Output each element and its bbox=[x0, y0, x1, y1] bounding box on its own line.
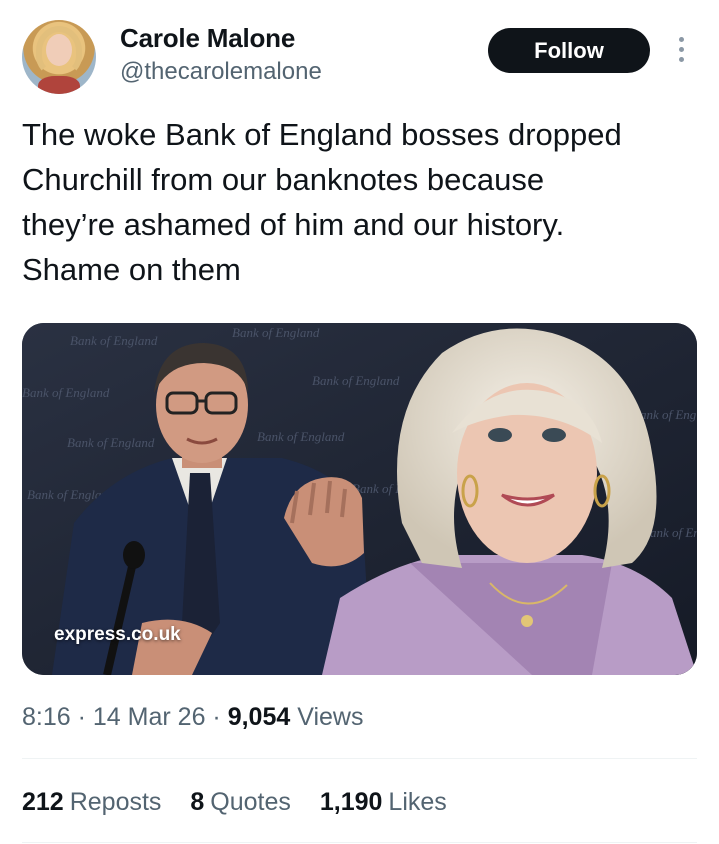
tweet-meta: 8:16 · 14 Mar 26 · 9,054 Views bbox=[22, 703, 363, 732]
author-handle[interactable]: @thecarolemalone bbox=[120, 58, 322, 86]
svg-text:Bank of England: Bank of England bbox=[67, 435, 155, 450]
svg-text:Bank of England: Bank of England bbox=[312, 373, 400, 388]
svg-text:Bank of England: Bank of England bbox=[70, 333, 158, 348]
tweet-date[interactable]: 14 Mar 26 bbox=[93, 703, 206, 731]
author-name[interactable]: Carole Malone bbox=[120, 23, 295, 54]
avatar-face bbox=[46, 34, 72, 66]
divider bbox=[22, 758, 697, 759]
divider bbox=[22, 842, 697, 843]
reposts-count: 212 bbox=[22, 788, 64, 816]
meta-separator: · bbox=[77, 703, 93, 731]
quotes-stat[interactable]: 8 Quotes bbox=[190, 788, 291, 817]
likes-stat[interactable]: 1,190 Likes bbox=[320, 788, 447, 817]
media-photo: Bank of England Bank of England Bank of … bbox=[22, 323, 697, 675]
tweet-media-image[interactable]: Bank of England Bank of England Bank of … bbox=[22, 323, 697, 675]
reposts-stat[interactable]: 212 Reposts bbox=[22, 788, 161, 817]
tweet-text: The woke Bank of England bosses dropped … bbox=[22, 117, 622, 287]
engagement-stats: 212 Reposts 8 Quotes 1,190 Likes bbox=[22, 788, 469, 817]
quotes-count: 8 bbox=[190, 788, 205, 816]
avatar[interactable] bbox=[22, 20, 96, 94]
reposts-label: Reposts bbox=[69, 788, 162, 816]
more-vertical-icon[interactable] bbox=[673, 35, 691, 65]
svg-text:Bank of England: Bank of England bbox=[22, 385, 110, 400]
meta-separator: · bbox=[212, 703, 228, 731]
follow-button[interactable]: Follow bbox=[488, 28, 650, 73]
media-watermark: express.co.uk bbox=[54, 624, 181, 645]
views-label: Views bbox=[297, 703, 364, 731]
svg-text:Bank of England: Bank of England bbox=[232, 325, 320, 340]
quotes-label: Quotes bbox=[210, 788, 291, 816]
likes-count: 1,190 bbox=[319, 788, 383, 816]
tweet-time[interactable]: 8:16 bbox=[22, 703, 71, 731]
svg-text:Bank of England: Bank of England bbox=[257, 429, 345, 444]
tweet-header: Carole Malone @thecarolemalone Follow bbox=[0, 0, 719, 110]
avatar-shirt bbox=[38, 76, 80, 94]
likes-label: Likes bbox=[388, 788, 447, 816]
views-count: 9,054 bbox=[227, 703, 291, 731]
